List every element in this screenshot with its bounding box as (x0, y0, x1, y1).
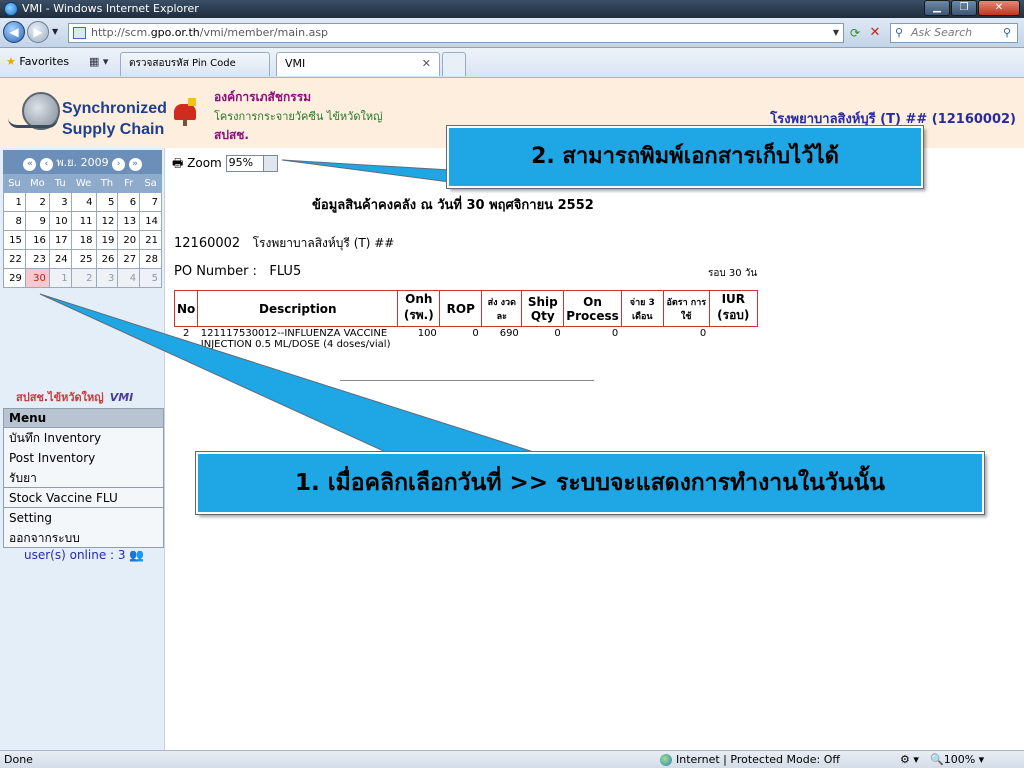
url-path: /vmi/member/main.asp (199, 26, 329, 39)
callout-print: 2. สามารถพิมพ์เอกสารเก็บไว้ได้ (446, 125, 924, 189)
page-content: Synchronized Supply Chain องค์การเภสัชกร… (0, 78, 1024, 750)
browser-window: VMI - Windows Internet Explorer ▁ ❐ ✕ ◀ … (0, 0, 1024, 768)
zoom-level-text: 100% (943, 753, 976, 766)
refresh-icon[interactable]: ⟳ (846, 24, 864, 42)
maximize-button[interactable]: ❐ (951, 0, 977, 16)
globe-icon (660, 754, 672, 766)
forward-button[interactable]: ▶ (27, 21, 49, 43)
tab-pin-code[interactable]: ตรวจสอบรหัส Pin Code (120, 52, 270, 76)
callout2-pointer (281, 159, 451, 183)
close-button[interactable]: ✕ (978, 0, 1020, 16)
star-icon: ★ (6, 55, 16, 68)
address-toolbar: ◀ ▶ ▼ http://scm.gpo.or.th/vmi/member/ma… (0, 18, 1024, 48)
window-controls: ▁ ❐ ✕ (924, 0, 1020, 18)
status-bar: Done Internet | Protected Mode: Off ⚙ ▾ … (0, 750, 1024, 768)
favorites-label: Favorites (19, 55, 70, 68)
search-input[interactable]: ⚲ Ask Search ⚲ (890, 23, 1018, 43)
zoom-level[interactable]: 🔍100% ▾ (930, 751, 984, 768)
tab-close-icon[interactable]: ✕ (422, 53, 431, 75)
security-zone[interactable]: Internet | Protected Mode: Off (660, 751, 840, 768)
tab-vmi[interactable]: VMI ✕ (276, 52, 440, 76)
minimize-button[interactable]: ▁ (924, 0, 950, 16)
search-provider-icon: ⚲ (895, 26, 904, 39)
search-icon[interactable]: ⚲ (1003, 24, 1011, 42)
address-dropdown-icon[interactable]: ▼ (833, 24, 839, 42)
stop-icon[interactable]: ✕ (866, 24, 884, 42)
new-tab-button[interactable] (442, 52, 466, 76)
magnifier-icon: 🔍 (930, 753, 944, 766)
callout-select-date: 1. เมื่อคลิกเลือกวันที่ >> ระบบจะแสดงการ… (195, 451, 985, 515)
title-bar: VMI - Windows Internet Explorer ▁ ❐ ✕ (0, 0, 1024, 18)
address-input[interactable]: http://scm.gpo.or.th/vmi/member/main.asp… (68, 23, 844, 43)
ie-logo-icon (4, 2, 18, 16)
callout1-pointer (39, 293, 541, 455)
back-button[interactable]: ◀ (3, 21, 25, 43)
url-host: gpo.or.th (150, 26, 200, 39)
quick-tabs-icon[interactable]: ▦ ▾ (89, 55, 108, 68)
url-prefix: http://scm. (91, 26, 151, 39)
tab-label: ตรวจสอบรหัส Pin Code (129, 58, 236, 69)
status-text: Done (4, 753, 33, 766)
favorites-button[interactable]: ★ Favorites (6, 55, 69, 68)
history-dropdown-icon[interactable]: ▼ (52, 27, 58, 36)
favorites-bar: ★ Favorites ▦ ▾ ตรวจสอบรหัส Pin Code VMI… (0, 48, 1024, 78)
page-icon (73, 27, 86, 39)
zone-text: Internet | Protected Mode: Off (676, 753, 840, 766)
tab-label: VMI (285, 57, 306, 70)
search-placeholder: Ask Search (911, 26, 973, 39)
protected-mode-icon[interactable]: ⚙ ▾ (900, 751, 919, 768)
window-title: VMI - Windows Internet Explorer (22, 2, 199, 15)
